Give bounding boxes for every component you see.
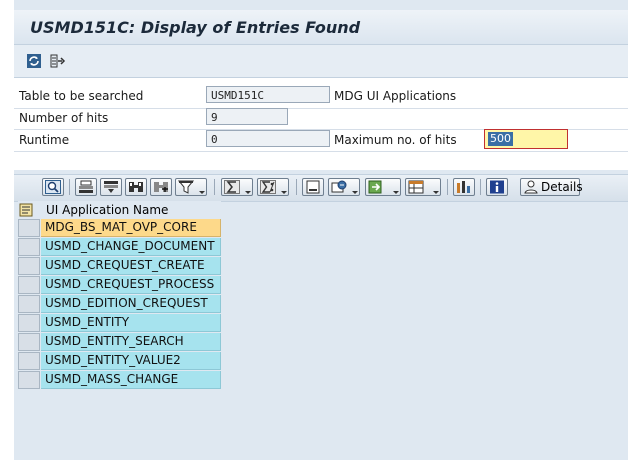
export-icon [368, 180, 382, 194]
table-row[interactable]: USMD_MASS_CHANGE [18, 371, 221, 389]
sort-descending-button[interactable] [100, 178, 122, 196]
table-cell[interactable]: USMD_ENTITY_VALUE2 [41, 352, 221, 370]
layout-icon [408, 180, 424, 194]
table-label: Table to be searched [19, 89, 144, 103]
hits-field[interactable]: 9 [206, 108, 288, 125]
sort-ascending-icon [79, 180, 93, 193]
sort-descending-icon [104, 181, 118, 193]
row-selector[interactable] [18, 276, 40, 294]
filter-button[interactable] [175, 178, 207, 196]
table-description: MDG UI Applications [334, 89, 457, 103]
row-selector[interactable] [18, 219, 40, 237]
table-cell[interactable]: USMD_EDITION_CREQUEST [41, 295, 221, 313]
runtime-field[interactable]: 0 [206, 130, 330, 147]
print-preview-button[interactable] [302, 178, 324, 196]
max-hits-value: 500 [488, 132, 513, 146]
separator [447, 179, 448, 195]
total-icon [224, 180, 240, 194]
row-selector[interactable] [18, 314, 40, 332]
row-selector[interactable] [18, 295, 40, 313]
row-selector[interactable] [18, 238, 40, 256]
row-selector[interactable] [18, 257, 40, 275]
print-preview-icon [306, 180, 320, 194]
column-header[interactable]: UI Application Name [46, 203, 168, 217]
details-icon [524, 180, 538, 194]
max-hits-input[interactable]: 500 [484, 129, 568, 149]
table-cell[interactable]: MDG_BS_MAT_OVP_CORE [41, 219, 221, 237]
separator [296, 179, 297, 195]
find-next-icon [154, 182, 168, 192]
hits-label: Number of hits [19, 111, 109, 125]
table-row[interactable]: USMD_CHANGE_DOCUMENT [18, 238, 221, 256]
details-label: Details [541, 180, 583, 194]
magnify-icon [45, 180, 61, 194]
table-cell[interactable]: USMD_CREQUEST_PROCESS [41, 276, 221, 294]
info-button[interactable] [486, 178, 508, 196]
filter-icon [178, 180, 194, 194]
table-cell[interactable]: USMD_CHANGE_DOCUMENT [41, 238, 221, 256]
abc-analysis-icon [457, 181, 470, 193]
magnify-button[interactable] [42, 178, 64, 196]
table-cell[interactable]: USMD_ENTITY [41, 314, 221, 332]
left-border [0, 0, 14, 460]
table-row[interactable]: USMD_CREQUEST_PROCESS [18, 276, 221, 294]
other-list-icon[interactable] [50, 53, 66, 69]
subtotal-icon [260, 180, 276, 194]
layout-button[interactable] [405, 178, 441, 196]
title-bar: USMD151C: Display of Entries Found [14, 10, 628, 45]
row-selector[interactable] [18, 352, 40, 370]
info-icon [490, 180, 504, 194]
separator [214, 179, 215, 195]
row-selector[interactable] [18, 371, 40, 389]
max-hits-label: Maximum no. of hits [334, 133, 457, 147]
runtime-label: Runtime [19, 133, 70, 147]
details-button[interactable]: Details [520, 178, 583, 196]
alv-toolbar: Details [14, 174, 628, 202]
table-cell[interactable]: USMD_ENTITY_SEARCH [41, 333, 221, 351]
sort-ascending-button[interactable] [75, 178, 97, 196]
application-toolbar [14, 45, 628, 78]
total-button[interactable] [221, 178, 253, 196]
find-next-button[interactable] [150, 178, 172, 196]
table-row[interactable]: USMD_ENTITY [18, 314, 221, 332]
selection-criteria-panel: Table to be searched USMD151C MDG UI App… [14, 78, 628, 170]
find-button[interactable] [125, 178, 147, 196]
select-layout-icon[interactable] [18, 202, 38, 218]
table-row[interactable]: USMD_CREQUEST_CREATE [18, 257, 221, 275]
separator [69, 179, 70, 195]
table-row[interactable]: USMD_EDITION_CREQUEST [18, 295, 221, 313]
view-icon [331, 180, 347, 193]
view-button[interactable] [328, 178, 360, 196]
page-title: USMD151C: Display of Entries Found [30, 18, 361, 37]
table-row[interactable]: MDG_BS_MAT_OVP_CORE [18, 219, 221, 237]
divider [14, 151, 628, 152]
export-button[interactable] [365, 178, 401, 196]
find-icon [129, 182, 143, 192]
row-selector[interactable] [18, 333, 40, 351]
refresh-icon[interactable] [26, 53, 42, 69]
abc-analysis-button[interactable] [453, 178, 475, 196]
subtotal-button[interactable] [257, 178, 289, 196]
table-row[interactable]: USMD_ENTITY_SEARCH [18, 333, 221, 351]
table-cell[interactable]: USMD_MASS_CHANGE [41, 371, 221, 389]
table-field[interactable]: USMD151C [206, 86, 330, 103]
divider [14, 108, 628, 109]
table-row[interactable]: USMD_ENTITY_VALUE2 [18, 352, 221, 370]
separator [480, 179, 481, 195]
table-cell[interactable]: USMD_CREQUEST_CREATE [41, 257, 221, 275]
